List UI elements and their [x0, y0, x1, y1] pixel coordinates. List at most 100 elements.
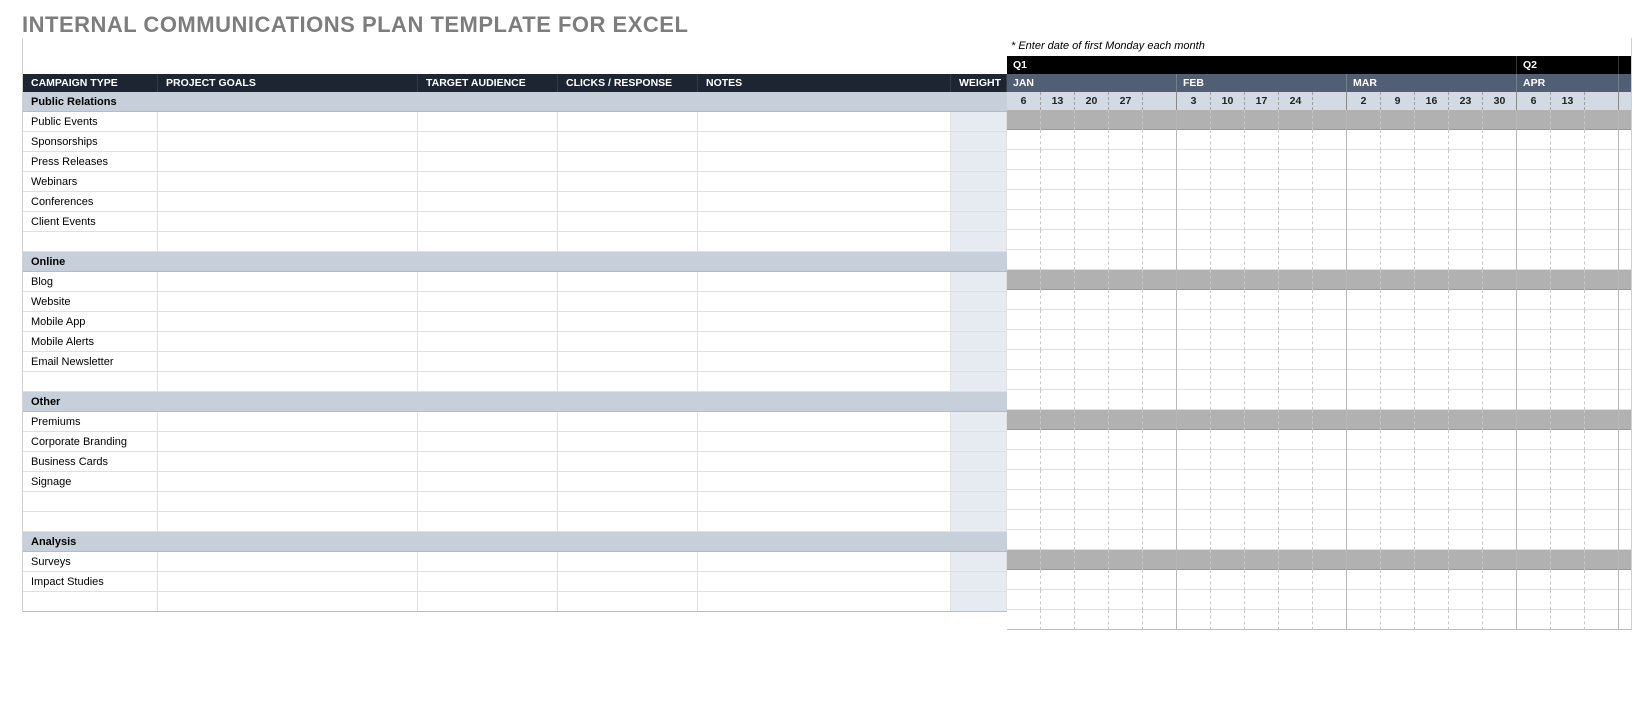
timeline-cell[interactable]: [1075, 370, 1109, 390]
cell-weight[interactable]: [951, 512, 1007, 531]
timeline-cell[interactable]: [1041, 510, 1075, 530]
timeline-cell[interactable]: [1483, 110, 1517, 130]
timeline-cell[interactable]: [1075, 610, 1109, 630]
timeline-cell[interactable]: [1585, 290, 1619, 310]
timeline-cell[interactable]: [1313, 410, 1347, 430]
timeline-cell[interactable]: [1347, 430, 1381, 450]
timeline-cell[interactable]: [1211, 510, 1245, 530]
cell-notes[interactable]: [698, 172, 951, 191]
timeline-cell[interactable]: [1041, 470, 1075, 490]
cell-target[interactable]: [418, 572, 558, 591]
timeline-cell[interactable]: [1381, 510, 1415, 530]
timeline-cell[interactable]: [1517, 230, 1551, 250]
timeline-cell[interactable]: [1551, 190, 1585, 210]
timeline-cell[interactable]: [1143, 470, 1177, 490]
timeline-cell[interactable]: [1313, 530, 1347, 550]
cell-goals[interactable]: [158, 492, 418, 511]
timeline-cell[interactable]: [1313, 550, 1347, 570]
timeline-cell[interactable]: [1143, 610, 1177, 630]
timeline-cell[interactable]: [1143, 410, 1177, 430]
timeline-cell[interactable]: [1449, 590, 1483, 610]
timeline-cell[interactable]: [1211, 170, 1245, 190]
timeline-cell[interactable]: [1075, 530, 1109, 550]
timeline-cell[interactable]: [1347, 210, 1381, 230]
timeline-cell[interactable]: [1415, 530, 1449, 550]
cell-target[interactable]: [418, 432, 558, 451]
timeline-cell[interactable]: [1415, 210, 1449, 230]
timeline-cell[interactable]: [1381, 330, 1415, 350]
timeline-cell[interactable]: [1449, 370, 1483, 390]
cell-weight[interactable]: [951, 552, 1007, 571]
timeline-cell[interactable]: [1585, 310, 1619, 330]
cell-campaign[interactable]: [23, 232, 158, 251]
timeline-cell[interactable]: [1551, 570, 1585, 590]
timeline-cell[interactable]: [1483, 130, 1517, 150]
timeline-cell[interactable]: [1483, 250, 1517, 270]
timeline-cell[interactable]: [1007, 450, 1041, 470]
timeline-cell[interactable]: [1449, 470, 1483, 490]
timeline-cell[interactable]: [1075, 510, 1109, 530]
cell-notes[interactable]: [698, 332, 951, 351]
timeline-cell[interactable]: [1517, 290, 1551, 310]
cell-campaign[interactable]: Business Cards: [23, 452, 158, 471]
cell-goals[interactable]: [158, 412, 418, 431]
timeline-cell[interactable]: [1551, 270, 1585, 290]
cell-target[interactable]: [418, 132, 558, 151]
cell-campaign[interactable]: Press Releases: [23, 152, 158, 171]
cell-goals[interactable]: [158, 352, 418, 371]
timeline-cell[interactable]: [1279, 470, 1313, 490]
timeline-cell[interactable]: [1211, 190, 1245, 210]
cell-notes[interactable]: [698, 192, 951, 211]
timeline-cell[interactable]: [1075, 190, 1109, 210]
timeline-cell[interactable]: [1517, 570, 1551, 590]
timeline-cell[interactable]: [1551, 250, 1585, 270]
timeline-cell[interactable]: [1007, 170, 1041, 190]
cell-campaign[interactable]: Corporate Branding: [23, 432, 158, 451]
timeline-cell[interactable]: [1517, 470, 1551, 490]
timeline-cell[interactable]: [1551, 110, 1585, 130]
timeline-cell[interactable]: [1551, 610, 1585, 630]
timeline-cell[interactable]: [1551, 450, 1585, 470]
timeline-cell[interactable]: [1483, 170, 1517, 190]
timeline-cell[interactable]: [1551, 530, 1585, 550]
timeline-cell[interactable]: [1517, 430, 1551, 450]
timeline-cell[interactable]: [1313, 230, 1347, 250]
timeline-cell[interactable]: [1041, 450, 1075, 470]
timeline-cell[interactable]: [1381, 550, 1415, 570]
timeline-cell[interactable]: [1041, 530, 1075, 550]
timeline-cell[interactable]: [1483, 210, 1517, 230]
timeline-cell[interactable]: [1517, 590, 1551, 610]
timeline-cell[interactable]: [1075, 410, 1109, 430]
timeline-cell[interactable]: [1279, 390, 1313, 410]
timeline-cell[interactable]: [1381, 190, 1415, 210]
timeline-cell[interactable]: [1449, 150, 1483, 170]
timeline-cell[interactable]: [1415, 430, 1449, 450]
timeline-cell[interactable]: [1211, 350, 1245, 370]
timeline-cell[interactable]: [1415, 370, 1449, 390]
timeline-cell[interactable]: [1313, 570, 1347, 590]
timeline-cell[interactable]: [1143, 390, 1177, 410]
timeline-cell[interactable]: [1143, 430, 1177, 450]
timeline-cell[interactable]: [1245, 530, 1279, 550]
timeline-cell[interactable]: [1245, 290, 1279, 310]
timeline-cell[interactable]: [1585, 490, 1619, 510]
timeline-cell[interactable]: [1347, 510, 1381, 530]
timeline-cell[interactable]: [1177, 290, 1211, 310]
timeline-cell[interactable]: [1007, 270, 1041, 290]
timeline-cell[interactable]: [1075, 310, 1109, 330]
cell-goals[interactable]: [158, 592, 418, 611]
timeline-cell[interactable]: [1143, 130, 1177, 150]
timeline-cell[interactable]: [1347, 570, 1381, 590]
cell-target[interactable]: [418, 372, 558, 391]
cell-campaign[interactable]: Conferences: [23, 192, 158, 211]
timeline-cell[interactable]: [1347, 350, 1381, 370]
timeline-cell[interactable]: [1245, 390, 1279, 410]
timeline-cell[interactable]: [1449, 310, 1483, 330]
timeline-cell[interactable]: [1177, 470, 1211, 490]
timeline-cell[interactable]: [1517, 130, 1551, 150]
timeline-cell[interactable]: [1279, 410, 1313, 430]
timeline-cell[interactable]: [1279, 110, 1313, 130]
cell-goals[interactable]: [158, 232, 418, 251]
timeline-cell[interactable]: [1279, 530, 1313, 550]
timeline-cell[interactable]: [1415, 290, 1449, 310]
